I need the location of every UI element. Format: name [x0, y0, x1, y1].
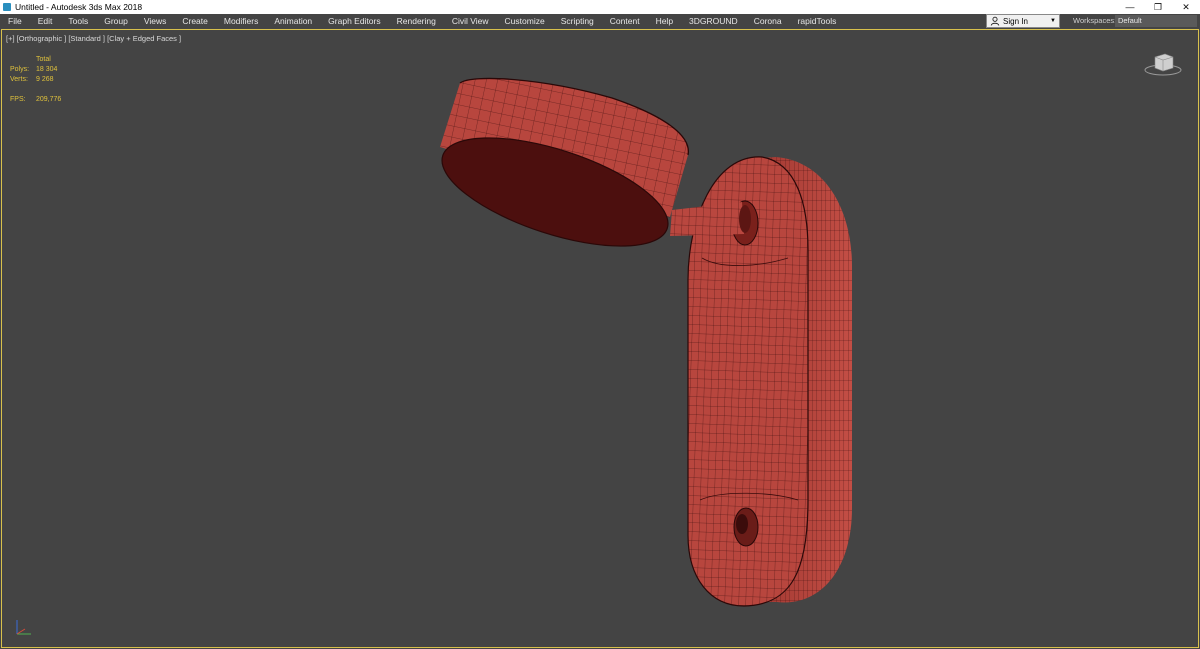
menu-3dground[interactable]: 3DGROUND	[681, 14, 746, 28]
title-bar: Untitled - Autodesk 3ds Max 2018 — ❐ ✕	[0, 0, 1200, 14]
perspective-viewport[interactable]: [+] [Orthographic ] [Standard ] [Clay + …	[1, 29, 1199, 648]
polys-label: Polys:	[10, 66, 30, 73]
window-title: Untitled - Autodesk 3ds Max 2018	[15, 2, 143, 12]
menu-edit[interactable]: Edit	[30, 14, 61, 28]
menu-animation[interactable]: Animation	[266, 14, 320, 28]
stats-header: Total	[36, 56, 51, 63]
fps-label: FPS:	[10, 96, 26, 103]
menu-rapidtools[interactable]: rapidTools	[790, 14, 845, 28]
axis-tripod-icon	[16, 620, 31, 635]
model-render	[439, 77, 852, 607]
chevron-down-icon: ▼	[1050, 18, 1056, 24]
menu-corona[interactable]: Corona	[746, 14, 790, 28]
menu-content[interactable]: Content	[602, 14, 648, 28]
workspaces-label: Workspaces:	[1073, 16, 1117, 25]
menu-civil-view[interactable]: Civil View	[444, 14, 497, 28]
fps-value: 209,776	[36, 96, 62, 103]
screw-hole	[733, 507, 759, 547]
workspaces-select[interactable]: Default	[1115, 15, 1197, 27]
menu-help[interactable]: Help	[648, 14, 681, 28]
viewport-label[interactable]: [+] [Orthographic ] [Standard ] [Clay + …	[6, 34, 181, 43]
viewcube-icon[interactable]	[1143, 51, 1183, 77]
menu-file[interactable]: File	[0, 14, 30, 28]
sign-in-label: Sign In	[1003, 16, 1028, 26]
restore-button[interactable]: ❐	[1144, 0, 1172, 14]
close-button[interactable]: ✕	[1172, 0, 1200, 14]
menu-scripting[interactable]: Scripting	[553, 14, 602, 28]
menu-tools[interactable]: Tools	[60, 14, 96, 28]
menu-graph-editors[interactable]: Graph Editors	[320, 14, 388, 28]
verts-label: Verts:	[10, 76, 28, 83]
menu-create[interactable]: Create	[174, 14, 216, 28]
menu-group[interactable]: Group	[96, 14, 136, 28]
app-icon	[3, 3, 11, 11]
menu-customize[interactable]: Customize	[497, 14, 553, 28]
user-icon	[990, 16, 1000, 26]
verts-value: 9 268	[36, 76, 54, 83]
statistics-overlay: Total Polys: 18 304 Verts: 9 268 FPS: 209,7…	[10, 55, 61, 105]
menu-rendering[interactable]: Rendering	[389, 14, 444, 28]
window-controls: — ❐ ✕	[1116, 0, 1200, 14]
polys-value: 18 304	[36, 66, 58, 73]
minimize-button[interactable]: —	[1116, 0, 1144, 14]
lamp-disc	[439, 77, 689, 247]
sign-in-button[interactable]: Sign In ▼	[986, 14, 1060, 28]
menu-modifiers[interactable]: Modifiers	[216, 14, 266, 28]
menu-views[interactable]: Views	[136, 14, 175, 28]
